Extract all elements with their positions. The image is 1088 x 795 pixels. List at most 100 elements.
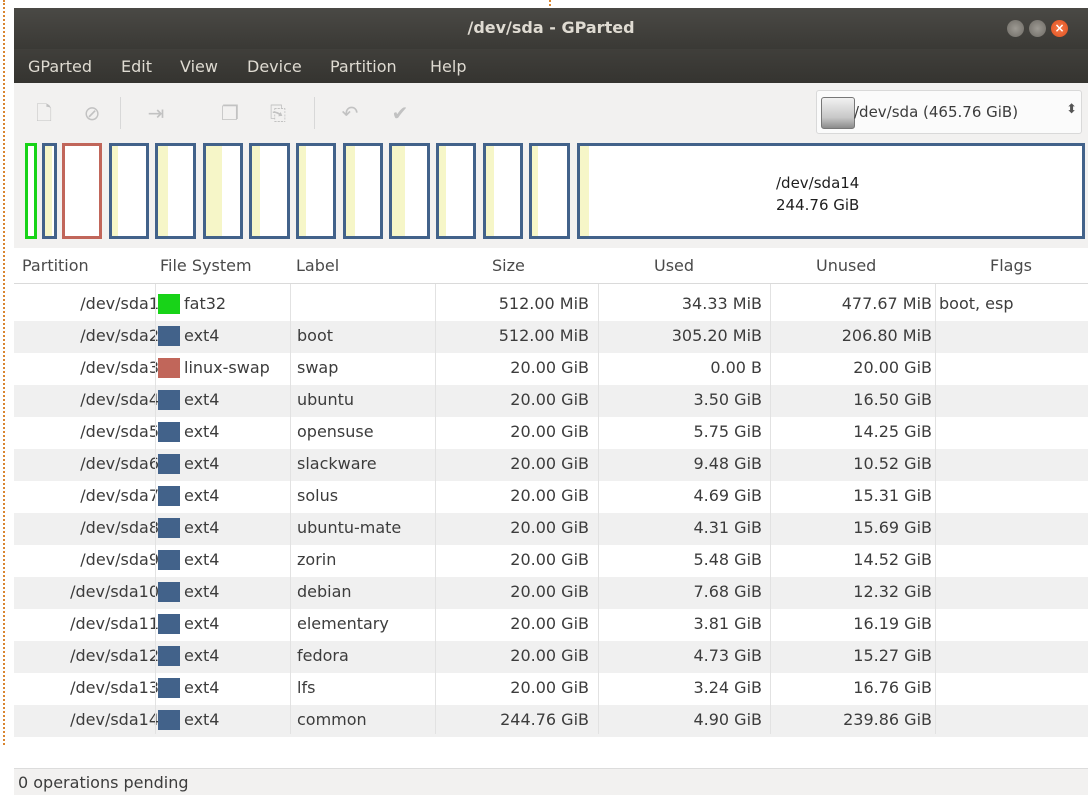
map-segment-sda13[interactable] <box>529 143 570 239</box>
map-segment-sda5[interactable] <box>155 143 196 239</box>
cell-filesystem: ext4 <box>184 422 220 441</box>
table-row[interactable]: /dev/sda10 ext4 debian 20.00 GiB 7.68 GiB 12.… <box>14 577 1088 609</box>
column-header-partition[interactable]: Partition <box>22 256 89 275</box>
cell-used: 5.75 GiB <box>693 422 762 441</box>
column-divider <box>435 284 436 734</box>
cell-label: boot <box>297 326 334 345</box>
map-segment-sda1[interactable] <box>25 143 37 239</box>
column-header-used[interactable]: Used <box>654 256 694 275</box>
cell-size: 512.00 MiB <box>498 326 589 345</box>
column-header-unused[interactable]: Unused <box>816 256 876 275</box>
toolbar-separator <box>314 97 315 129</box>
menu-gparted[interactable]: GParted <box>28 57 92 76</box>
table-row[interactable]: /dev/sda3 linux-swap swap 20.00 GiB 0.00 B 20… <box>14 353 1088 385</box>
table-row[interactable]: /dev/sda13 ext4 lfs 20.00 GiB 3.24 GiB 16.76 … <box>14 673 1088 705</box>
combo-arrows-icon: ⬍ <box>1066 102 1077 117</box>
filesystem-color-swatch <box>158 710 180 730</box>
minimize-button[interactable] <box>1007 20 1024 37</box>
column-header-flags[interactable]: Flags <box>990 256 1032 275</box>
map-segment-sda10[interactable] <box>389 143 430 239</box>
map-segment-sda7[interactable] <box>249 143 290 239</box>
menu-help[interactable]: Help <box>430 57 466 76</box>
table-row[interactable]: /dev/sda6 ext4 slackware 20.00 GiB 9.48 GiB 1… <box>14 449 1088 481</box>
cell-used: 3.81 GiB <box>693 614 762 633</box>
cell-unused: 20.00 GiB <box>853 358 932 377</box>
cell-partition: /dev/sda6 <box>80 454 159 473</box>
gparted-window: /dev/sda - GParted × GParted Edit View D… <box>14 8 1088 795</box>
cell-used: 3.50 GiB <box>693 390 762 409</box>
toolbar-separator <box>120 97 121 129</box>
map-segment-sda11[interactable] <box>436 143 476 239</box>
map-segment-sda12[interactable] <box>483 143 523 239</box>
undo-icon[interactable]: ↶ <box>338 101 362 125</box>
device-selector[interactable]: /dev/sda (465.76 GiB) ⬍ <box>816 90 1082 134</box>
filesystem-color-swatch <box>158 614 180 634</box>
table-row[interactable]: /dev/sda1 fat32 512.00 MiB 34.33 MiB 477.67 … <box>14 289 1088 321</box>
column-header-filesystem[interactable]: File System <box>160 256 252 275</box>
resize-move-icon[interactable]: ⇥ <box>144 101 168 125</box>
cell-used: 4.73 GiB <box>693 646 762 665</box>
map-segment-caption: /dev/sda14 244.76 GiB <box>776 172 859 216</box>
cell-label: fedora <box>297 646 349 665</box>
cell-label: solus <box>297 486 339 505</box>
filesystem-color-swatch <box>158 518 180 538</box>
map-segment-sda14[interactable]: /dev/sda14 244.76 GiB <box>577 143 1085 239</box>
map-segment-sda6[interactable] <box>203 143 243 239</box>
cell-partition: /dev/sda14 <box>70 710 159 729</box>
title-bar[interactable]: /dev/sda - GParted × <box>14 8 1088 49</box>
map-segment-sda4[interactable] <box>109 143 149 239</box>
map-segment-size: 244.76 GiB <box>776 196 860 214</box>
cell-unused: 10.52 GiB <box>853 454 932 473</box>
table-row[interactable]: /dev/sda7 ext4 solus 20.00 GiB 4.69 GiB 15.31… <box>14 481 1088 513</box>
copy-icon[interactable]: ❐ <box>218 101 242 125</box>
cell-partition: /dev/sda3 <box>80 358 159 377</box>
status-text: 0 operations pending <box>18 773 189 792</box>
cell-unused: 12.32 GiB <box>853 582 932 601</box>
cell-filesystem: ext4 <box>184 326 220 345</box>
paste-icon[interactable]: ⎘ <box>266 101 290 125</box>
cell-partition: /dev/sda9 <box>80 550 159 569</box>
menu-view[interactable]: View <box>180 57 218 76</box>
cell-unused: 14.25 GiB <box>853 422 932 441</box>
filesystem-color-swatch <box>158 358 180 378</box>
table-row[interactable]: /dev/sda14 ext4 common 244.76 GiB 4.90 GiB 23… <box>14 705 1088 737</box>
filesystem-color-swatch <box>158 646 180 666</box>
window-title: /dev/sda - GParted <box>467 18 635 37</box>
table-row[interactable]: /dev/sda12 ext4 fedora 20.00 GiB 4.73 GiB 15.… <box>14 641 1088 673</box>
table-row[interactable]: /dev/sda5 ext4 opensuse 20.00 GiB 5.75 GiB 14… <box>14 417 1088 449</box>
cell-partition: /dev/sda10 <box>70 582 159 601</box>
map-segment-sda2[interactable] <box>42 143 57 239</box>
cell-partition: /dev/sda4 <box>80 390 159 409</box>
cell-partition: /dev/sda11 <box>70 614 159 633</box>
dotted-border-left <box>3 0 5 745</box>
cell-used: 305.20 MiB <box>671 326 762 345</box>
cell-label: ubuntu-mate <box>297 518 402 537</box>
column-header-size[interactable]: Size <box>492 256 525 275</box>
menu-partition[interactable]: Partition <box>330 57 397 76</box>
partition-map: /dev/sda14 244.76 GiB <box>22 143 1086 239</box>
cell-partition: /dev/sda1 <box>80 294 159 313</box>
column-header-label[interactable]: Label <box>296 256 339 275</box>
map-segment-sda9[interactable] <box>343 143 383 239</box>
map-segment-sda3[interactable] <box>62 143 102 239</box>
table-row[interactable]: /dev/sda4 ext4 ubuntu 20.00 GiB 3.50 GiB 16.5… <box>14 385 1088 417</box>
toolbar: 🗋 ⊘ ⇥ ❐ ⎘ ↶ ✔ /dev/sda (465.76 GiB) ⬍ <box>14 83 1088 139</box>
table-row[interactable]: /dev/sda8 ext4 ubuntu-mate 20.00 GiB 4.31 Gi… <box>14 513 1088 545</box>
menu-device[interactable]: Device <box>247 57 302 76</box>
maximize-button[interactable] <box>1029 20 1046 37</box>
apply-icon[interactable]: ✔ <box>388 101 412 125</box>
new-partition-icon[interactable]: 🗋 <box>32 101 56 125</box>
table-row[interactable]: /dev/sda11 ext4 elementary 20.00 GiB 3.81 Gi… <box>14 609 1088 641</box>
table-row[interactable]: /dev/sda2 ext4 boot 512.00 MiB 305.20 MiB 206… <box>14 321 1088 353</box>
menu-edit[interactable]: Edit <box>121 57 152 76</box>
cell-partition: /dev/sda12 <box>70 646 159 665</box>
cell-used: 5.48 GiB <box>693 550 762 569</box>
close-button[interactable]: × <box>1051 20 1068 37</box>
delete-icon[interactable]: ⊘ <box>80 101 104 125</box>
column-divider <box>770 284 771 734</box>
map-segment-sda8[interactable] <box>296 143 336 239</box>
table-row[interactable]: /dev/sda9 ext4 zorin 20.00 GiB 5.48 GiB 14.52… <box>14 545 1088 577</box>
cell-label: swap <box>297 358 339 377</box>
cell-filesystem: ext4 <box>184 646 220 665</box>
cell-filesystem: ext4 <box>184 678 220 697</box>
